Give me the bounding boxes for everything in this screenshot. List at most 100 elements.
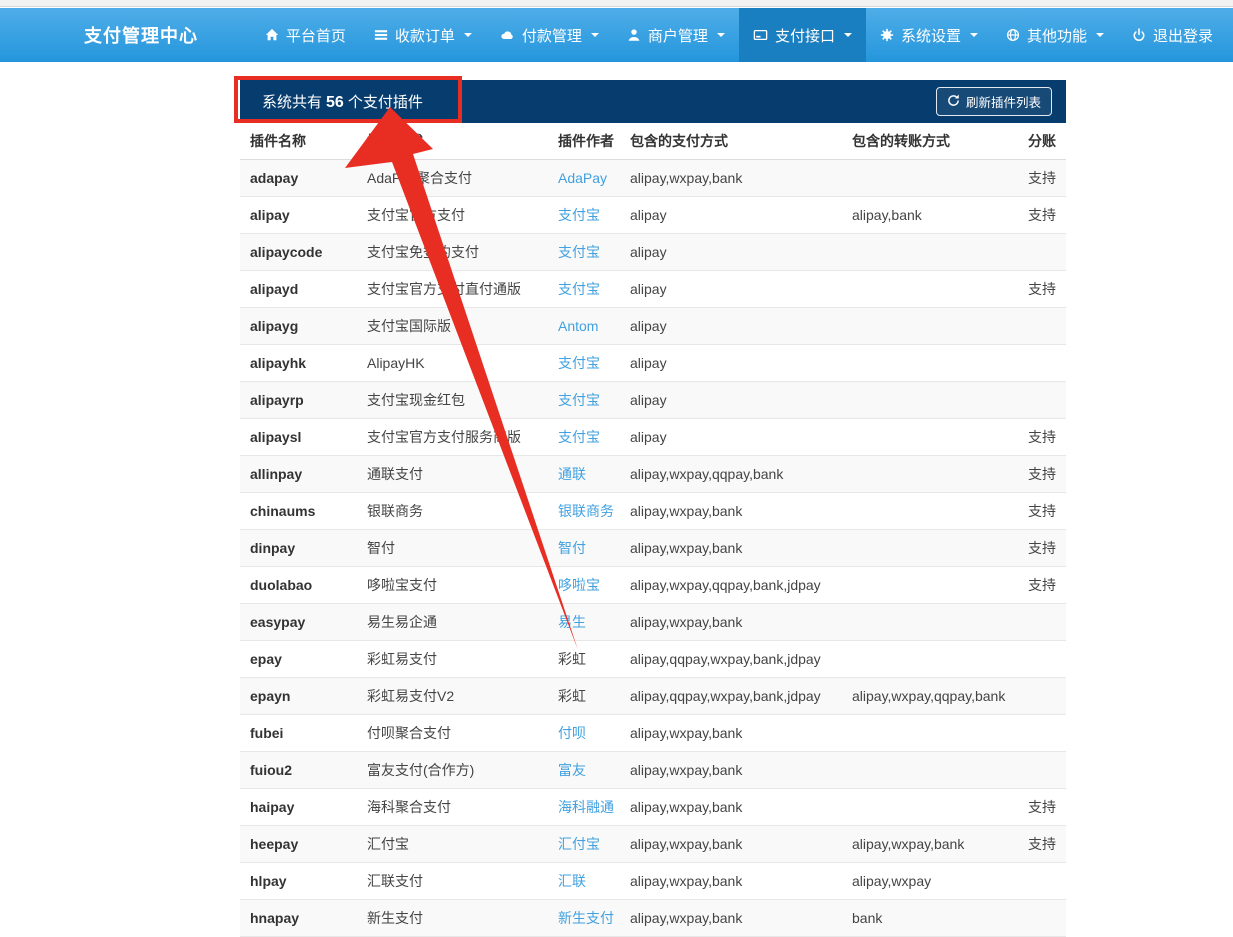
- table-row: dinpay 智付 智付 alipay,wxpay,bank 支持: [240, 529, 1066, 566]
- plugin-description: 彩虹易支付: [357, 640, 548, 677]
- plugin-description: 海科聚合支付: [357, 788, 548, 825]
- plugin-author-link[interactable]: 支付宝: [558, 392, 600, 408]
- plugin-transfer-methods: [842, 751, 1012, 788]
- plugin-transfer-methods: bank: [842, 899, 1012, 936]
- plugin-description: AdaPay聚合支付: [357, 159, 548, 196]
- plugin-split-support: [1012, 307, 1066, 344]
- plugin-pay-methods: alipay,wxpay,bank: [620, 825, 842, 862]
- plugin-pay-methods: alipay,wxpay,bank: [620, 788, 842, 825]
- chevron-down-icon: [1096, 33, 1104, 37]
- plugin-name: duolabao: [240, 566, 357, 603]
- table-row: epay 彩虹易支付 彩虹 alipay,qqpay,wxpay,bank,jd…: [240, 640, 1066, 677]
- plugin-transfer-methods: [842, 714, 1012, 751]
- nav-label: 退出登录: [1153, 25, 1213, 46]
- plugin-author-link[interactable]: 易生: [558, 614, 586, 630]
- plugin-split-support: 支持: [1012, 455, 1066, 492]
- plugin-pay-methods: alipay,wxpay,qqpay,bank: [620, 455, 842, 492]
- plugin-transfer-methods: alipay,wxpay,bank: [842, 825, 1012, 862]
- plugin-author-link[interactable]: 汇付宝: [558, 836, 600, 852]
- table-row: hlpay 汇联支付 汇联 alipay,wxpay,bank alipay,w…: [240, 862, 1066, 899]
- plugin-split-support: [1012, 381, 1066, 418]
- nav-item-other-functions[interactable]: 其他功能: [992, 8, 1118, 62]
- plugin-transfer-methods: [842, 492, 1012, 529]
- nav-label: 商户管理: [648, 25, 708, 46]
- plugin-pay-methods: alipay: [620, 418, 842, 455]
- nav-item-payouts[interactable]: 付款管理: [486, 8, 613, 62]
- nav-item-payment-interfaces[interactable]: 支付接口: [739, 8, 866, 62]
- plugin-name: epayn: [240, 677, 357, 714]
- col-header-split: 分账: [1012, 123, 1066, 159]
- nav-item-orders[interactable]: 收款订单: [360, 8, 486, 62]
- plugin-table-body: adapay AdaPay聚合支付 AdaPay alipay,wxpay,ba…: [240, 159, 1066, 936]
- plugin-pay-methods: alipay,qqpay,wxpay,bank,jdpay: [620, 640, 842, 677]
- plugin-split-support: 支持: [1012, 788, 1066, 825]
- plugin-author-link[interactable]: 付呗: [558, 725, 586, 741]
- nav-label: 支付接口: [775, 25, 835, 46]
- nav-item-system-settings[interactable]: 系统设置: [866, 8, 992, 62]
- plugin-author-link[interactable]: 支付宝: [558, 281, 600, 297]
- nav-label: 其他功能: [1027, 25, 1087, 46]
- plugin-description: 支付宝官方支付服务商版: [357, 418, 548, 455]
- plugin-author-link[interactable]: 汇联: [558, 873, 586, 889]
- plugin-transfer-methods: alipay,wxpay,qqpay,bank: [842, 677, 1012, 714]
- refresh-plugin-list-button[interactable]: 刷新插件列表: [936, 87, 1052, 116]
- plugin-name: alipayrp: [240, 381, 357, 418]
- table-row: hnapay 新生支付 新生支付 alipay,wxpay,bank bank: [240, 899, 1066, 936]
- nav-label: 付款管理: [522, 25, 582, 46]
- browser-edge-strip: [0, 0, 1233, 7]
- plugin-author-link[interactable]: 富友: [558, 762, 586, 778]
- panel-header: 系统共有56个支付插件 刷新插件列表: [240, 80, 1066, 123]
- plugin-transfer-methods: [842, 270, 1012, 307]
- plugin-author-link[interactable]: 支付宝: [558, 355, 600, 371]
- table-row: adapay AdaPay聚合支付 AdaPay alipay,wxpay,ba…: [240, 159, 1066, 196]
- plugin-author-link[interactable]: 银联商务: [558, 503, 614, 519]
- chevron-down-icon: [717, 33, 725, 37]
- payment-admin-page: 支付管理中心 平台首页 收款订单 付款管理: [0, 0, 1233, 937]
- table-row: fuiou2 富友支付(合作方) 富友 alipay,wxpay,bank: [240, 751, 1066, 788]
- plugin-author-link: 彩虹: [558, 688, 586, 704]
- plugin-author-link[interactable]: 哆啦宝: [558, 577, 600, 593]
- plugin-pay-methods: alipay: [620, 196, 842, 233]
- plugin-name: haipay: [240, 788, 357, 825]
- plugin-name: alipaycode: [240, 233, 357, 270]
- plugin-description: 支付宝免签约支付: [357, 233, 548, 270]
- plugin-description: 智付: [357, 529, 548, 566]
- gear-icon: [880, 28, 894, 42]
- nav-item-merchants[interactable]: 商户管理: [613, 8, 739, 62]
- table-row: duolabao 哆啦宝支付 哆啦宝 alipay,wxpay,qqpay,ba…: [240, 566, 1066, 603]
- plugin-pay-methods: alipay: [620, 307, 842, 344]
- plugin-description: 付呗聚合支付: [357, 714, 548, 751]
- app-title: 支付管理中心: [84, 8, 198, 62]
- plugin-author-link[interactable]: 支付宝: [558, 244, 600, 260]
- plugin-transfer-methods: [842, 233, 1012, 270]
- plugin-split-support: 支持: [1012, 529, 1066, 566]
- table-row: alipaycode 支付宝免签约支付 支付宝 alipay: [240, 233, 1066, 270]
- plugin-author-link[interactable]: 支付宝: [558, 429, 600, 445]
- nav-item-home[interactable]: 平台首页: [251, 8, 360, 62]
- plugin-author-link[interactable]: 海科融通: [558, 799, 614, 815]
- plugin-author-link[interactable]: 支付宝: [558, 207, 600, 223]
- col-header-plugin-name: 插件名称: [240, 123, 357, 159]
- table-row: easypay 易生易企通 易生 alipay,wxpay,bank: [240, 603, 1066, 640]
- plugin-transfer-methods: [842, 640, 1012, 677]
- plugin-author-link[interactable]: AdaPay: [558, 170, 607, 186]
- plugin-transfer-methods: [842, 529, 1012, 566]
- credit-card-icon: [753, 28, 768, 42]
- plugin-author-link[interactable]: 智付: [558, 540, 586, 556]
- plugin-name: easypay: [240, 603, 357, 640]
- plugin-name: alipaysl: [240, 418, 357, 455]
- plugin-list-panel: 系统共有56个支付插件 刷新插件列表 插件名称 插件描述 插件作者 包含的支付方…: [240, 80, 1066, 937]
- table-row: alipayrp 支付宝现金红包 支付宝 alipay: [240, 381, 1066, 418]
- table-row: fubei 付呗聚合支付 付呗 alipay,wxpay,bank: [240, 714, 1066, 751]
- plugin-transfer-methods: alipay,bank: [842, 196, 1012, 233]
- plugin-pay-methods: alipay,wxpay,bank: [620, 603, 842, 640]
- user-icon: [627, 28, 641, 42]
- plugin-author-link[interactable]: 通联: [558, 466, 586, 482]
- plugin-pay-methods: alipay: [620, 344, 842, 381]
- plugin-author-link[interactable]: Antom: [558, 318, 598, 334]
- plugin-author-link[interactable]: 新生支付: [558, 910, 614, 926]
- table-row: haipay 海科聚合支付 海科融通 alipay,wxpay,bank 支持: [240, 788, 1066, 825]
- plugin-split-support: 支持: [1012, 196, 1066, 233]
- nav-item-logout[interactable]: 退出登录: [1118, 8, 1227, 62]
- table-row: alipayhk AlipayHK 支付宝 alipay: [240, 344, 1066, 381]
